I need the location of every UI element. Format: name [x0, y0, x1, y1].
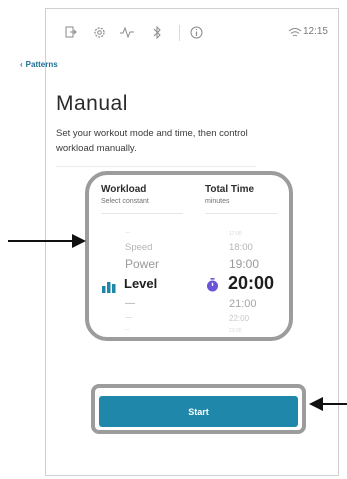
gear-icon[interactable]: [92, 26, 106, 40]
time-option[interactable]: 18:00: [229, 242, 253, 253]
clock-time: 12:15: [302, 26, 328, 37]
divider: [56, 166, 256, 167]
bluetooth-icon[interactable]: [150, 25, 164, 40]
back-link-label: Patterns: [25, 60, 58, 69]
workload-option[interactable]: —: [125, 327, 130, 333]
time-option[interactable]: 22:00: [229, 314, 249, 323]
status-bar: 12:15: [46, 9, 338, 59]
total-time-header: Total Time minutes: [205, 184, 254, 205]
wifi-icon[interactable]: [288, 26, 302, 40]
workload-option[interactable]: —: [125, 230, 130, 236]
exit-icon[interactable]: [64, 26, 78, 40]
chevron-left-icon: ‹: [20, 60, 23, 69]
workload-title: Workload: [101, 184, 147, 195]
start-button[interactable]: Start: [99, 396, 298, 427]
workload-option[interactable]: —: [125, 314, 132, 321]
time-option[interactable]: 19:00: [229, 257, 259, 271]
bar-chart-icon: [102, 278, 118, 297]
heart-rate-icon[interactable]: [120, 26, 134, 40]
workload-option[interactable]: Power: [125, 257, 159, 271]
workload-option[interactable]: —: [125, 298, 135, 309]
workload-subtitle: Select constant: [101, 198, 149, 205]
time-option[interactable]: 21:00: [229, 298, 257, 310]
workload-header: Workload Select constant: [101, 184, 149, 205]
back-link-patterns[interactable]: ‹ Patterns: [20, 60, 58, 69]
total-time-title: Total Time: [205, 184, 255, 195]
time-option[interactable]: 17:00: [229, 231, 242, 237]
page-description: Set your workout mode and time, then con…: [56, 128, 248, 154]
time-selected[interactable]: 20:00: [228, 273, 274, 294]
time-option[interactable]: 23:00: [229, 328, 242, 334]
timer-icon: [206, 277, 219, 296]
total-time-subtitle: minutes: [205, 198, 230, 205]
divider: [101, 213, 183, 214]
info-icon[interactable]: [189, 26, 203, 40]
workload-option[interactable]: Speed: [125, 242, 152, 253]
page-title: Manual: [56, 92, 128, 115]
divider: [205, 213, 277, 214]
status-divider: [179, 25, 180, 41]
workload-selected[interactable]: Level: [124, 276, 157, 291]
